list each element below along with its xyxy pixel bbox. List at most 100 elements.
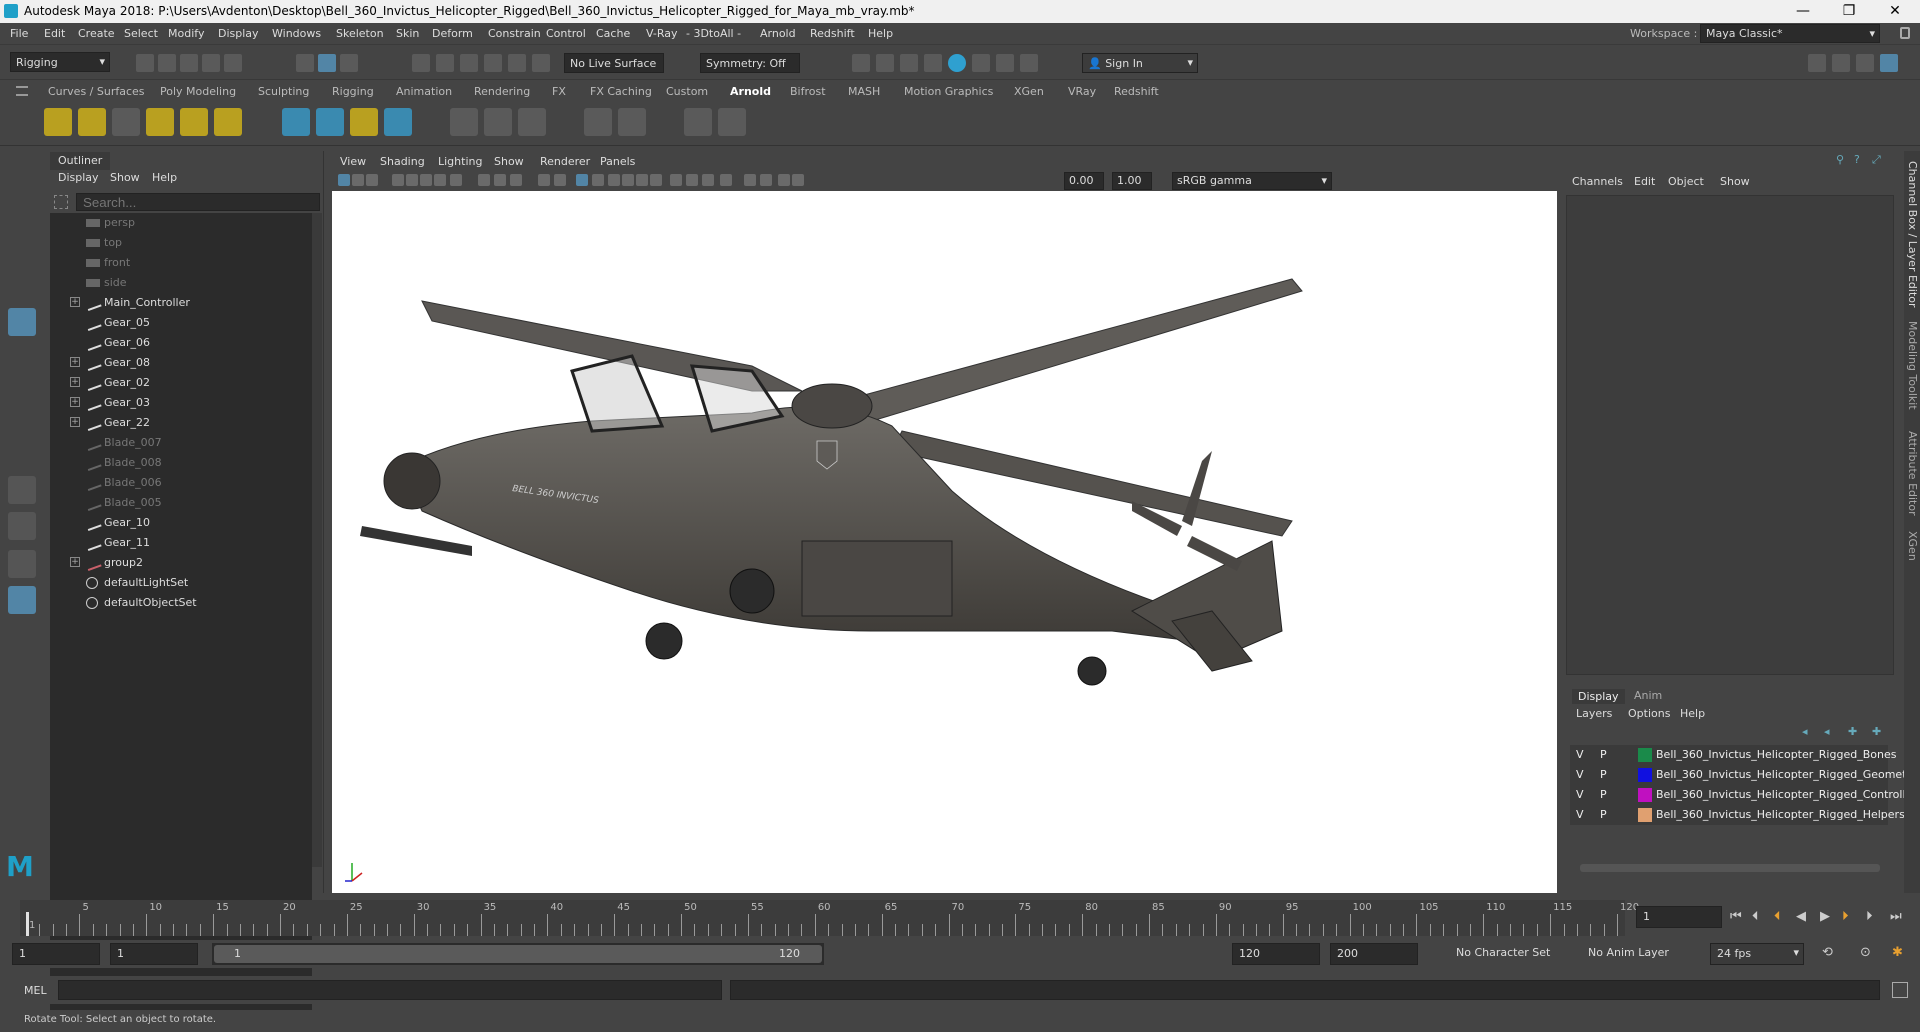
minimize-button[interactable]: —	[1780, 0, 1826, 23]
menu-skin[interactable]: Skin	[396, 27, 419, 40]
layer-color-swatch[interactable]	[1638, 808, 1652, 822]
shelf-tab-rigging[interactable]: Rigging	[332, 85, 374, 98]
playback-start-field[interactable]: 1	[110, 943, 198, 965]
anti-aliasing-icon[interactable]	[686, 174, 698, 186]
layer-color-swatch[interactable]	[1638, 768, 1652, 782]
select-hierarchy-icon[interactable]	[296, 54, 314, 72]
layer-playback-toggle[interactable]: P	[1600, 788, 1607, 801]
script-language-label[interactable]: MEL	[24, 984, 47, 997]
outliner-item[interactable]: Blade_005	[50, 493, 308, 513]
photometric-light-icon[interactable]	[112, 108, 140, 136]
volume-icon[interactable]	[384, 108, 412, 136]
safe-title-icon[interactable]	[538, 174, 550, 186]
vray-render-icon[interactable]	[996, 54, 1014, 72]
layer-visibility-toggle[interactable]: V	[1576, 788, 1584, 801]
outliner-item[interactable]: + Gear_02	[50, 373, 308, 393]
playback-end-field[interactable]: 120	[1232, 943, 1320, 965]
timeline-bar[interactable]: 1 5 10 15 20 25 30 35 40 45 50 55 60 65 70 75 80 85 90 95 10…	[20, 900, 1639, 936]
go-to-end-icon[interactable]: ⏭	[1890, 909, 1902, 924]
menu-3dtoall[interactable]: - 3DtoAll -	[686, 27, 741, 40]
outliner-item[interactable]: + Main_Controller	[50, 293, 308, 313]
shelf-tab-sculpting[interactable]: Sculpting	[258, 85, 309, 98]
light-editor-icon[interactable]	[618, 108, 646, 136]
shelf-tab-fx[interactable]: FX	[552, 85, 566, 98]
snap-point-icon[interactable]	[460, 54, 478, 72]
channel-box-area[interactable]	[1566, 195, 1894, 675]
step-back-icon[interactable]: ⏴	[1752, 909, 1759, 924]
shadows-icon[interactable]	[636, 174, 648, 186]
undo-icon[interactable]	[202, 54, 220, 72]
character-set-dropdown[interactable]: No Character Set	[1450, 943, 1560, 965]
outliner-item[interactable]: defaultObjectSet	[50, 593, 308, 613]
outliner-item[interactable]: Gear_10	[50, 513, 308, 533]
shelf-tab-mash[interactable]: MASH	[848, 85, 880, 98]
expand-icon[interactable]: +	[70, 377, 80, 387]
auto-key-icon[interactable]: ⊙	[1860, 945, 1871, 960]
camera-attributes-icon[interactable]	[338, 174, 350, 186]
tab-display[interactable]: Display	[1572, 689, 1625, 704]
flush-textures-icon[interactable]	[450, 108, 478, 136]
layer-row[interactable]: V P Bell_360_Invictus_Helicopter_Rigged_Bo…	[1570, 745, 1896, 765]
xray-icon[interactable]	[744, 174, 756, 186]
layers-menu[interactable]: Layers	[1576, 707, 1612, 720]
outliner-item[interactable]: Blade_008	[50, 453, 308, 473]
edit-menu[interactable]: Edit	[1634, 175, 1655, 188]
start-time-field[interactable]: 1	[12, 943, 100, 965]
select-component-icon[interactable]	[340, 54, 358, 72]
arnold-render-icon[interactable]	[972, 54, 990, 72]
texture-manager-icon[interactable]	[484, 108, 512, 136]
render-view-icon[interactable]	[852, 54, 870, 72]
step-back-key-icon[interactable]: ⏴	[1774, 909, 1781, 924]
shelf-tab-motion-graphics[interactable]: Motion Graphics	[904, 85, 993, 98]
fps-dropdown[interactable]: 24 fps ▾	[1710, 943, 1804, 965]
move-layer-down-icon[interactable]: ◂	[1824, 725, 1830, 738]
outliner-menu-display[interactable]: Display	[58, 171, 99, 184]
channel-box-icon[interactable]	[1880, 54, 1898, 72]
shelf-tab-poly-modeling[interactable]: Poly Modeling	[160, 85, 236, 98]
snap-surface-icon[interactable]	[508, 54, 526, 72]
layer-row[interactable]: V P Bell_360_Invictus_Helicopter_Rigged_Ge…	[1570, 765, 1911, 785]
ipr-render-icon[interactable]	[900, 54, 918, 72]
layer-row[interactable]: V P Bell_360_Invictus_Helicopter_Rigged_Co…	[1570, 785, 1906, 805]
menu-set-dropdown[interactable]: Rigging ▾	[10, 52, 110, 72]
outliner-item[interactable]: + Gear_22	[50, 413, 308, 433]
viewport-menu-view[interactable]: View	[340, 155, 366, 168]
outliner-search-input[interactable]	[76, 193, 320, 211]
layer-visibility-toggle[interactable]: V	[1576, 748, 1584, 761]
menu-display[interactable]: Display	[218, 27, 259, 40]
outliner-item[interactable]: Gear_06	[50, 333, 308, 353]
snap-grid-icon[interactable]	[412, 54, 430, 72]
play-back-icon[interactable]: ◀	[1796, 909, 1806, 924]
shelf-tab-arnold[interactable]: Arnold	[730, 85, 771, 98]
shelf-tab-vray[interactable]: VRay	[1068, 85, 1096, 98]
new-scene-icon[interactable]	[136, 54, 154, 72]
shelf-tab-redshift[interactable]: Redshift	[1114, 85, 1159, 98]
viewport-menu-renderer[interactable]: Renderer	[540, 155, 590, 168]
menu-skeleton[interactable]: Skeleton	[336, 27, 384, 40]
layer-playback-toggle[interactable]: P	[1600, 808, 1607, 821]
range-track[interactable]: 1 120	[212, 943, 824, 965]
viewport-menu-panels[interactable]: Panels	[600, 155, 635, 168]
menu-select[interactable]: Select	[124, 27, 158, 40]
shelf-tab-custom[interactable]: Custom	[666, 85, 708, 98]
render-view-icon[interactable]	[684, 108, 712, 136]
outliner-item[interactable]: Gear_11	[50, 533, 308, 553]
expand-icon[interactable]: +	[70, 397, 80, 407]
physical-sky-icon[interactable]	[214, 108, 242, 136]
skydome-light-icon[interactable]	[146, 108, 174, 136]
outliner-item[interactable]: defaultLightSet	[50, 573, 308, 593]
anim-preferences-icon[interactable]: ✱	[1892, 945, 1903, 960]
move-tool-icon[interactable]	[8, 272, 36, 300]
menu-help[interactable]: Help	[868, 27, 893, 40]
outliner-item[interactable]: top	[50, 233, 308, 253]
filter-icon[interactable]	[54, 195, 68, 209]
resolution-gate-icon[interactable]	[450, 174, 462, 186]
menu-cache[interactable]: Cache	[596, 27, 630, 40]
field-chart-icon[interactable]	[494, 174, 506, 186]
channel-box-pin-icon[interactable]: ⚲	[1836, 153, 1844, 166]
grid-icon[interactable]	[420, 174, 432, 186]
bookmark-icon[interactable]	[352, 174, 364, 186]
outliner-menu-help[interactable]: Help	[152, 171, 177, 184]
textured-icon[interactable]	[608, 174, 620, 186]
menu-edit[interactable]: Edit	[44, 27, 65, 40]
